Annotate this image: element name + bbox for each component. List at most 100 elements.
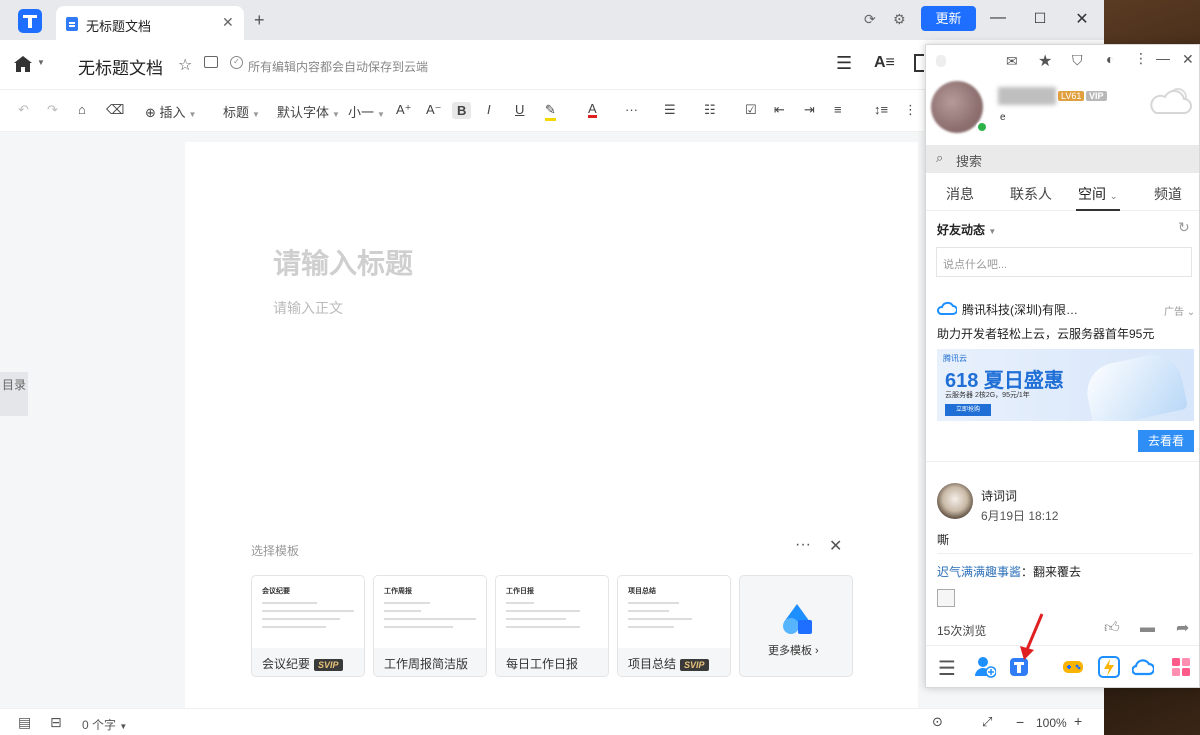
post-avatar[interactable] bbox=[937, 483, 973, 519]
lightning-app-icon[interactable] bbox=[1098, 656, 1120, 678]
format-painter-icon[interactable]: ⌂ bbox=[78, 102, 86, 117]
tab-messages[interactable]: 消息 bbox=[946, 184, 974, 204]
numbered-list-icon[interactable]: ☷ bbox=[704, 102, 716, 118]
bullet-list-icon[interactable]: ☰ bbox=[664, 102, 676, 118]
minimize-icon[interactable]: — bbox=[988, 9, 1008, 27]
checklist-icon[interactable]: ☑ bbox=[745, 102, 757, 118]
clear-format-icon[interactable]: ⌫ bbox=[106, 102, 124, 118]
mail-icon[interactable]: ✉ bbox=[1006, 53, 1018, 70]
ad-advertiser[interactable]: 腾讯科技(深圳)有限… bbox=[962, 301, 1078, 318]
new-tab-icon[interactable]: + bbox=[254, 10, 265, 31]
insert-button[interactable]: ⊕ 插入 ▼ bbox=[145, 102, 196, 121]
post-input[interactable]: 说点什么吧... bbox=[936, 247, 1192, 277]
font-color-button[interactable]: A bbox=[588, 102, 597, 118]
banner-subtext: 云服务器 2核2G，95元/1年 bbox=[945, 392, 1030, 399]
banner-cta[interactable]: 立即抢购 bbox=[945, 404, 991, 416]
font-select[interactable]: 默认字体 ▼ bbox=[277, 102, 340, 121]
share-icon[interactable]: ➦ bbox=[1176, 618, 1189, 638]
panel-more-icon[interactable]: ⋮ bbox=[1134, 50, 1148, 67]
underline-button[interactable]: U bbox=[515, 102, 524, 117]
tab-document[interactable]: 无标题文档 ✕ bbox=[56, 6, 244, 40]
align-icon[interactable]: ≡ bbox=[834, 102, 842, 117]
font-size-select[interactable]: 小一 ▼ bbox=[348, 102, 385, 121]
play-icon[interactable]: ⊙ bbox=[932, 714, 943, 730]
template-card-meeting[interactable]: 会议纪要 会议纪要 SVIP bbox=[251, 575, 365, 677]
more-tools-button[interactable]: ··· bbox=[625, 102, 638, 117]
bold-button[interactable]: B bbox=[452, 102, 472, 119]
undo-icon[interactable]: ↶ bbox=[18, 102, 29, 118]
search-input[interactable]: ⌕ 搜索 bbox=[926, 145, 1199, 173]
tab-title: 无标题文档 bbox=[86, 19, 152, 34]
app-logo-icon[interactable] bbox=[18, 9, 42, 33]
ad-banner[interactable]: 腾讯云 618 夏日盛惠 云服务器 2核2G，95元/1年 立即抢购 bbox=[937, 349, 1194, 421]
maximize-icon[interactable]: ☐ bbox=[1030, 10, 1050, 27]
move-icon[interactable] bbox=[204, 56, 218, 68]
star-icon[interactable]: ☆ bbox=[178, 55, 192, 75]
ad-view-button[interactable]: 去看看 bbox=[1138, 430, 1194, 452]
add-friend-icon[interactable] bbox=[974, 656, 996, 678]
game-icon[interactable] bbox=[1062, 656, 1084, 678]
settings-icon[interactable]: ⚙ bbox=[893, 11, 906, 28]
template-card-more[interactable]: 更多模板 › bbox=[739, 575, 853, 677]
zoom-in-icon[interactable]: + bbox=[1074, 713, 1082, 729]
present-icon[interactable] bbox=[914, 54, 924, 72]
comment-user[interactable]: 迟气满满趣事酱 bbox=[937, 565, 1021, 579]
online-status-icon[interactable] bbox=[976, 121, 988, 133]
template-card-weekly[interactable]: 工作周报 工作周报简洁版 bbox=[373, 575, 487, 677]
red-arrow-annotation bbox=[1020, 613, 1044, 660]
comment-icon[interactable]: ▬ bbox=[1140, 619, 1155, 636]
post-username[interactable]: 诗词词 bbox=[981, 487, 1017, 504]
outdent-icon[interactable]: ⇤ bbox=[774, 102, 785, 118]
home-dropdown-icon[interactable]: ▼ bbox=[37, 58, 45, 67]
like-icon[interactable]: 👍︎ bbox=[1104, 619, 1120, 637]
favorite-star-icon[interactable]: ★ bbox=[1038, 51, 1052, 71]
fullscreen-icon[interactable]: ⤢ bbox=[982, 714, 992, 730]
friend-feed-title[interactable]: 好友动态 ▼ bbox=[937, 221, 996, 238]
italic-button[interactable]: I bbox=[487, 102, 491, 117]
refresh-icon[interactable]: ↻ bbox=[1178, 219, 1190, 236]
panel-minimize-icon[interactable]: — bbox=[1156, 50, 1170, 66]
tab-contacts[interactable]: 联系人 bbox=[1010, 184, 1052, 204]
ad-tag[interactable]: 广告 ⌄ bbox=[1164, 303, 1195, 318]
indent-icon[interactable]: ⇥ bbox=[804, 102, 815, 118]
word-count[interactable]: 0 个字 ▼ bbox=[82, 716, 127, 733]
template-close-icon[interactable]: ✕ bbox=[829, 536, 842, 556]
redo-icon[interactable]: ↷ bbox=[47, 102, 58, 118]
template-card-daily[interactable]: 工作日报 每日工作日报 bbox=[495, 575, 609, 677]
line-spacing-icon[interactable]: ↕≡ bbox=[874, 102, 888, 117]
window-close-icon[interactable]: ✕ bbox=[1072, 9, 1092, 29]
theme-icon[interactable]: ◐ bbox=[1106, 51, 1114, 67]
template-more-icon[interactable]: ··· bbox=[795, 536, 811, 554]
shirt-icon[interactable]: ⛉ bbox=[1072, 52, 1083, 69]
app-grid-icon[interactable] bbox=[1170, 656, 1192, 678]
zoom-level[interactable]: 100% bbox=[1036, 716, 1067, 730]
home-icon[interactable] bbox=[14, 56, 32, 72]
cloud-app-icon[interactable] bbox=[1132, 656, 1154, 678]
increase-font-icon[interactable]: A⁺ bbox=[396, 102, 412, 118]
sync-icon[interactable]: ⟳ bbox=[864, 11, 876, 28]
document-page[interactable]: 请输入标题 请输入正文 选择模板 ··· ✕ 会议纪要 会议纪要 SVIP 工作周… bbox=[185, 142, 918, 712]
panel-close-icon[interactable]: ✕ bbox=[1182, 51, 1194, 68]
tab-channels[interactable]: 频道 bbox=[1154, 184, 1182, 204]
outline-toggle-icon[interactable]: ▤ bbox=[18, 714, 31, 731]
body-placeholder[interactable]: 请输入正文 bbox=[273, 298, 343, 318]
update-button[interactable]: 更新 bbox=[921, 6, 976, 31]
template-card-project[interactable]: 项目总结 项目总结 SVIP bbox=[617, 575, 731, 677]
heading-select[interactable]: 标题 ▼ bbox=[223, 102, 260, 121]
document-title[interactable]: 无标题文档 bbox=[78, 54, 163, 79]
signature[interactable]: e bbox=[1000, 112, 1006, 123]
highlight-icon[interactable]: ✎ bbox=[545, 102, 556, 121]
table-of-contents-tab[interactable]: 目录 bbox=[0, 372, 28, 416]
zoom-out-icon[interactable]: − bbox=[1016, 714, 1024, 730]
decrease-font-icon[interactable]: A⁻ bbox=[426, 102, 442, 118]
outline-menu-icon[interactable]: ☰ bbox=[836, 53, 852, 74]
broken-image-icon[interactable] bbox=[937, 589, 955, 607]
weather-icon[interactable] bbox=[1150, 85, 1194, 117]
page-view-icon[interactable]: ⊟ bbox=[50, 714, 62, 731]
title-placeholder[interactable]: 请输入标题 bbox=[273, 242, 413, 282]
tab-space[interactable]: 空间 ⌄ bbox=[1078, 184, 1117, 204]
text-style-icon[interactable]: A≡ bbox=[874, 54, 895, 72]
main-menu-icon[interactable]: ☰ bbox=[938, 656, 960, 680]
close-tab-icon[interactable]: ✕ bbox=[222, 14, 234, 31]
more-options-icon[interactable]: ⋮ bbox=[904, 102, 917, 118]
